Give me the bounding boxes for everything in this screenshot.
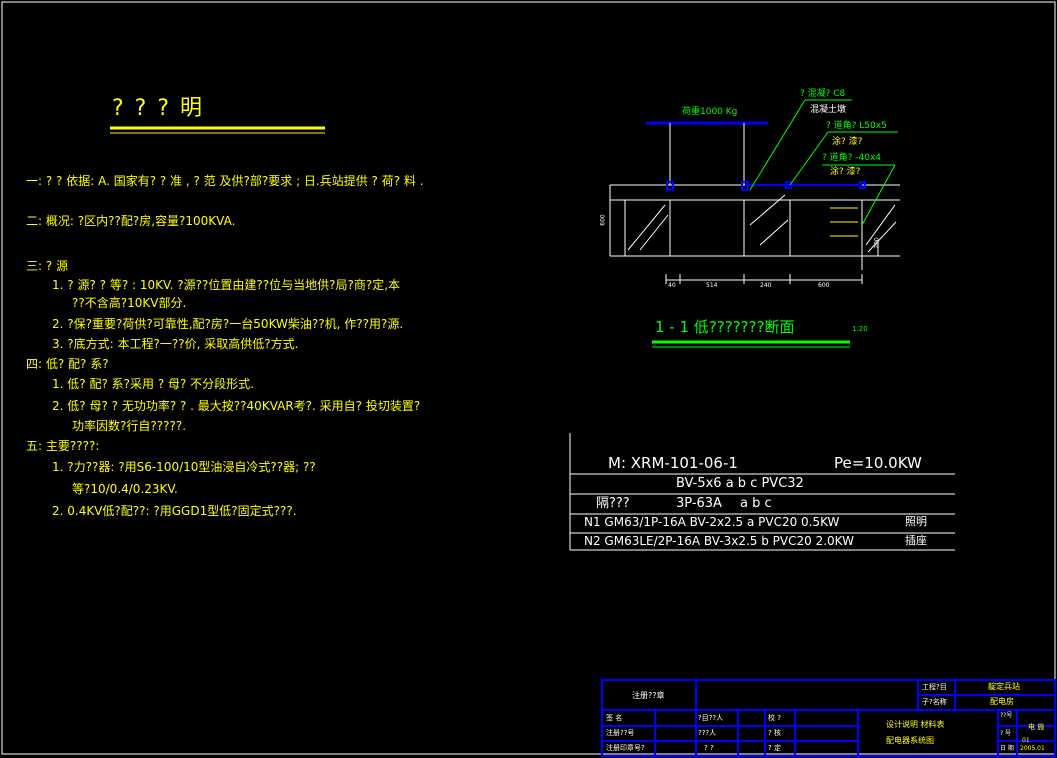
dim-side: 200: [873, 237, 881, 249]
panel-power: Pe=10.0KW: [834, 454, 922, 472]
callout-angle-steel-b: 涂? 漆?: [832, 137, 863, 147]
sheet-value: 01: [1022, 737, 1030, 744]
role-discipline-lead: ???人: [698, 729, 717, 737]
circuit-n1-use: 照明: [905, 515, 927, 528]
drawing-title-1: 设计说明 材料表: [886, 720, 945, 729]
section-scale: 1:20: [852, 325, 868, 333]
callout-angle-steel: ? 道角? L50x5: [826, 121, 887, 131]
sign-name-label: 签 名: [606, 714, 623, 722]
note-section-3: 三: ? 源: [26, 259, 69, 273]
note-section-4-item-2b: 功率因数?行自?????.: [72, 419, 187, 433]
sign-cert-label: 注册印章号?: [606, 744, 645, 752]
subproject-value: 配电房: [990, 697, 1014, 706]
project-label: 工程?目: [922, 683, 947, 691]
panel-isolator-phases: a b c: [740, 496, 772, 511]
panel-incoming-cable: BV-5x6 a b c PVC32: [676, 476, 804, 491]
note-section-3-item-1: 1. ? 源? ? 等? : 10KV. ?源??位置由建??位与当地供?局?商…: [52, 278, 401, 292]
role-design: ? ?: [704, 744, 714, 752]
note-section-5-item-1: 1. ?力??器: ?用S6-100/10型油浸自冷式??器; ??: [52, 460, 316, 474]
drawing-no-label: ??号: [1000, 712, 1013, 719]
panel-schedule-grid: [569, 433, 955, 551]
dim-height: 600: [599, 214, 607, 226]
callout-concrete: ? 混凝? C8: [800, 89, 846, 99]
note-section-3-item-2: 2. ?保?重要?荷供?可靠性,配?房?一台50KW柴油??机, 作??用?源.: [52, 317, 404, 331]
circuit-n2: N2 GM63LE/2P-16A BV-3x2.5 b PVC20 2.0KW: [584, 534, 854, 548]
callout-flat-steel: ? 道角? -40x4: [822, 153, 882, 163]
panel-isolator-rating: 3P-63A: [676, 496, 722, 511]
dim-3: 240: [760, 282, 772, 289]
dim-2: 514: [706, 282, 718, 289]
title-block-grid: [601, 679, 1056, 757]
date-value: 2005.01: [1020, 745, 1045, 752]
date-label: 日 期: [1000, 745, 1014, 752]
role-approve: ? 定: [768, 744, 781, 752]
dim-1: 40: [668, 282, 676, 289]
section-caption: 1 - 1 低???????断面: [655, 318, 795, 336]
sign-no-label: 注册??号: [606, 729, 635, 737]
panel-id: M: XRM-101-06-1: [608, 454, 738, 472]
role-review: ? 核: [768, 729, 781, 737]
role-check: 校 ?: [768, 714, 781, 722]
callout-flat-steel-b: 涂? 漆?: [830, 167, 861, 177]
notes-title: ? ? ? 明: [112, 96, 205, 121]
circuit-n1: N1 GM63/1P-16A BV-2x2.5 a PVC20 0.5KW: [584, 515, 840, 529]
drawing-no-label-2: ? 号: [1000, 730, 1012, 737]
note-section-4-item-1: 1. 低? 配? 系?采用 ? 母? 不分段形式.: [52, 377, 254, 391]
note-section-5-item-1b: 等?10/0.4/0.23KV.: [72, 482, 178, 496]
project-value: 靛定兵站: [988, 682, 1020, 691]
panel-isolator-label: 隔???: [596, 496, 630, 511]
note-section-3-item-3: 3. ?底方式: 本工程?一??价, 采取高供低?方式.: [52, 337, 299, 351]
note-section-4: 四: 低? 配? 系?: [26, 357, 109, 371]
note-section-3-item-1b: ??不含高?10KV部分.: [72, 296, 187, 310]
note-section-2: 二: 概况: ?区内??配?房,容量?100KVA.: [26, 214, 236, 228]
note-section-5-item-2: 2. 0.4KV低?配??: ?用GGD1型低?固定式???.: [52, 504, 297, 518]
role-project-lead: ?目??人: [698, 714, 724, 722]
discipline-value: 电 施: [1028, 723, 1045, 731]
callout-concrete-b: 混凝土墩: [810, 105, 847, 115]
dim-4: 600: [818, 282, 830, 289]
note-section-1: 一: ? ? 依据: A. 国家有? ? 准 , ? 范 及供?部?要求 ; 日…: [26, 174, 424, 188]
note-section-5: 五: 主要????:: [26, 439, 100, 453]
note-section-4-item-2: 2. 低? 母? ? 无功功率? ? . 最大按??40KVAR考?. 采用自?…: [52, 399, 421, 413]
subproject-label: 子?名称: [922, 698, 947, 706]
load-label: 荷重1000 Kg: [682, 107, 738, 117]
drawing-title-2: 配电器系统图: [886, 736, 934, 745]
circuit-n2-use: 插座: [905, 534, 927, 547]
reg-stamp-label: 注册??章: [632, 691, 665, 700]
